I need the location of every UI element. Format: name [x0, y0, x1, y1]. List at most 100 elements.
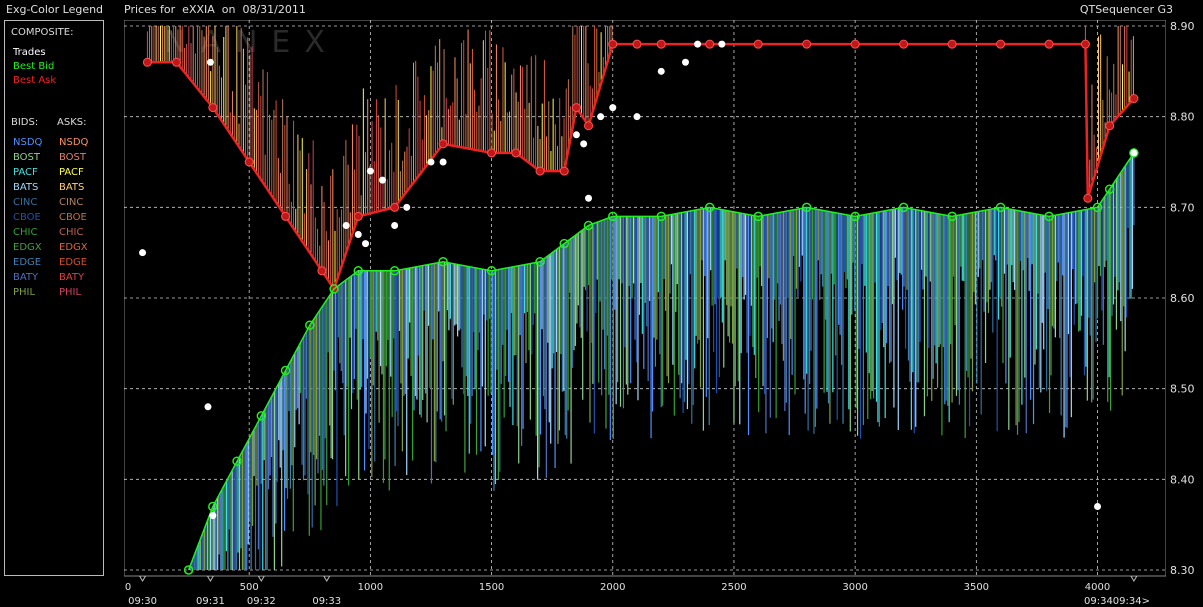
y-tick-label: 8.90 — [1170, 20, 1195, 33]
x-tick-label: 0 — [125, 582, 131, 593]
best-ask-point — [632, 39, 642, 49]
best-ask-point — [281, 211, 291, 221]
time-label: 09:30 — [128, 596, 157, 607]
trade-point — [657, 67, 665, 75]
legend-ask-cinc: CINC — [59, 197, 84, 208]
legend-ask-phil: PHIL — [59, 287, 82, 298]
y-axis: 8.30 8.40 8.50 8.60 8.70 8.80 8.90 — [1170, 20, 1195, 576]
legend-ask-nsdq: NSDQ — [59, 137, 89, 148]
legend-bid-bats: BATS — [13, 182, 39, 193]
legend-bid-chic: CHIC — [13, 227, 38, 238]
trade-point — [379, 176, 386, 184]
best-ask-point — [1105, 121, 1115, 131]
watermark: NANEX — [164, 25, 339, 60]
legend-trades: Trades — [13, 47, 46, 58]
legend-bid-cboe: CBOE — [13, 212, 41, 223]
best-ask-point — [1129, 94, 1139, 104]
legend-bid-bost: BOST — [13, 152, 41, 163]
trade-point — [681, 58, 689, 66]
legend-ask-cboe: CBOE — [59, 212, 87, 223]
x-tick-label: 3500 — [964, 582, 989, 593]
time-marker-icon — [138, 576, 147, 582]
best-ask-point — [438, 139, 448, 149]
trade-point — [609, 104, 617, 112]
time-label: 09:33 — [312, 596, 341, 607]
x-tick-label: 2500 — [721, 582, 746, 593]
trade-point — [206, 58, 214, 66]
best-ask-point — [559, 166, 569, 176]
best-ask-point — [656, 39, 666, 49]
title-bar: Exg-Color Legend Prices for eXXIA on 08/… — [0, 0, 1203, 18]
y-tick-label: 8.70 — [1170, 201, 1195, 214]
legend-ask-bost: BOST — [59, 152, 87, 163]
time-label: 09:3409:34> — [1084, 596, 1150, 607]
best-ask-point — [511, 148, 521, 158]
best-ask-point — [317, 266, 327, 276]
price-plot: NANEX — [124, 20, 1166, 576]
best-ask-point — [850, 39, 860, 49]
trade-point — [633, 113, 641, 121]
x-tick-label: 2000 — [600, 582, 625, 593]
y-tick-label: 8.80 — [1170, 111, 1195, 124]
trade-point — [342, 221, 350, 229]
trade-point — [580, 140, 588, 148]
best-ask-point — [802, 39, 812, 49]
best-ask-point — [1044, 39, 1054, 49]
legend-ask-edgx: EDGX — [59, 242, 88, 253]
best-ask-point — [142, 57, 152, 67]
best-ask-point — [1083, 193, 1093, 203]
x-tick-label: 500 — [240, 582, 259, 593]
x-tick-label: 4000 — [1085, 582, 1110, 593]
x-tick-label: 1000 — [358, 582, 383, 593]
trade-point — [366, 167, 374, 175]
app-name: QTSequencer G3 — [1079, 3, 1173, 16]
best-ask-point — [1080, 39, 1090, 49]
y-tick-label: 8.40 — [1170, 473, 1195, 486]
legend-ask-bats: BATS — [59, 182, 85, 193]
trade-point — [1094, 503, 1102, 511]
time-marker-icon — [206, 576, 214, 582]
time-label: 09:31 — [196, 596, 225, 607]
legend-ask-edge: EDGE — [59, 257, 88, 268]
trade-point — [391, 221, 399, 229]
legend-bid-pacf: PACF — [13, 167, 38, 178]
trade-point — [694, 40, 702, 48]
y-tick-label: 8.60 — [1170, 292, 1195, 305]
asks-label: ASKS: — [57, 117, 87, 128]
best-ask-point — [899, 39, 909, 49]
best-ask-point — [947, 39, 957, 49]
legend-ask-pacf: PACF — [59, 167, 84, 178]
best-ask-point — [535, 166, 545, 176]
legend-ask-chic: CHIC — [59, 227, 84, 238]
legend-best-ask: Best Ask — [13, 75, 57, 86]
best-ask-point — [996, 39, 1006, 49]
exchange-color-legend: COMPOSITE: Trades Best Bid Best Ask BIDS… — [4, 20, 104, 576]
time-marker-icon — [323, 576, 331, 582]
best-ask-point — [705, 39, 715, 49]
y-tick-label: 8.30 — [1170, 564, 1195, 576]
legend-bid-baty: BATY — [13, 272, 39, 283]
legend-bid-nsdq: NSDQ — [13, 137, 43, 148]
trade-point — [597, 113, 605, 121]
y-tick-label: 8.50 — [1170, 383, 1195, 396]
x-tick-label: 1500 — [479, 582, 504, 593]
trade-point — [403, 203, 411, 211]
best-ask-point — [608, 39, 618, 49]
best-ask-point — [584, 121, 594, 131]
legend-ask-baty: BATY — [59, 272, 85, 283]
composite-label: COMPOSITE: — [11, 27, 74, 38]
time-marker-icon — [1130, 576, 1138, 582]
chart-title: Prices for eXXIA on 08/31/2011 — [124, 3, 306, 16]
legend-bid-edge: EDGE — [13, 257, 42, 268]
legend-title: Exg-Color Legend — [6, 3, 104, 16]
best-ask-point — [244, 157, 254, 167]
trade-point — [354, 231, 362, 239]
trade-point — [585, 194, 593, 202]
trade-point — [209, 512, 217, 520]
trade-point — [572, 131, 580, 139]
best-ask-point — [171, 57, 181, 67]
trade-point — [139, 249, 147, 257]
trade-point — [718, 40, 726, 48]
best-ask-point — [487, 148, 497, 158]
best-ask-point — [753, 39, 763, 49]
